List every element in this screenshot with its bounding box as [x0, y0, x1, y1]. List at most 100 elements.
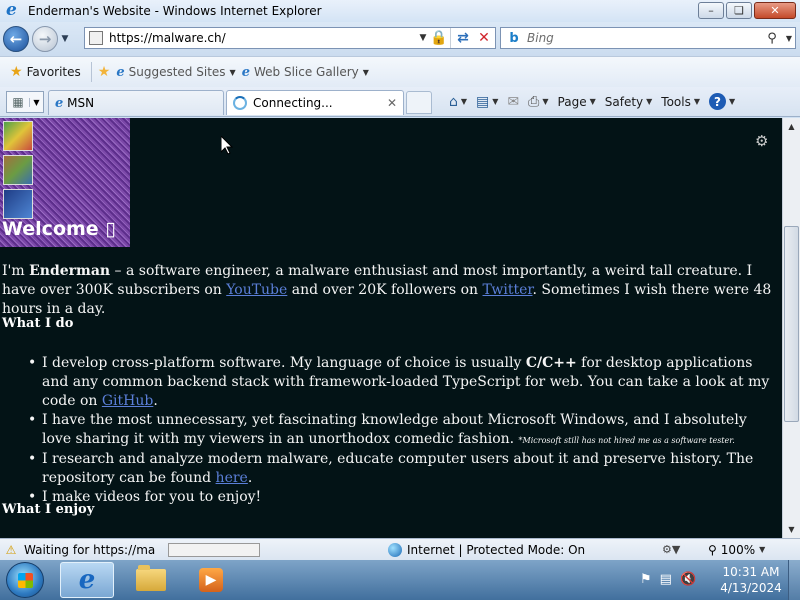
globe-icon: [388, 542, 402, 557]
popup-blocker-icon[interactable]: ⚙▼: [662, 543, 680, 556]
media-player-icon: ▶: [199, 568, 223, 592]
system-tray: ⚑ ▤ 🔇: [640, 572, 696, 587]
flag-icon[interactable]: ⚑: [640, 572, 652, 587]
grid-icon: ▦: [12, 95, 24, 109]
ie-logo-icon: e: [6, 0, 17, 20]
web-slice-gallery-link[interactable]: e Web Slice Gallery ▼: [242, 65, 369, 80]
feeds-button[interactable]: ▤ ▼: [473, 92, 501, 112]
safety-menu[interactable]: Safety ▼: [602, 93, 656, 111]
stop-icon[interactable]: ✕: [473, 30, 495, 46]
author-name: Enderman: [29, 263, 111, 279]
tab-list-dropdown[interactable]: ▼: [29, 97, 43, 107]
welcome-banner: Welcome ▯: [0, 118, 130, 247]
gear-icon[interactable]: ⚙: [755, 132, 768, 150]
minimize-button[interactable]: –: [698, 2, 724, 19]
back-icon: ←: [9, 30, 23, 48]
search-input[interactable]: Bing: [527, 31, 761, 45]
quick-tabs-button[interactable]: ▦ ▼: [6, 91, 44, 113]
loading-icon: [233, 96, 247, 110]
folder-icon: [136, 565, 166, 591]
clock[interactable]: 10:31 AM 4/13/2024: [716, 564, 786, 596]
tab-msn[interactable]: e MSN: [48, 90, 224, 115]
chevron-down-icon: ▼: [229, 67, 236, 77]
address-input[interactable]: https://malware.ch/: [109, 31, 416, 45]
scroll-down-arrow[interactable]: ▼: [783, 521, 800, 538]
lock-icon[interactable]: 🔒: [430, 29, 448, 47]
new-tab-button[interactable]: [406, 91, 432, 114]
web-slice-gallery-label: Web Slice Gallery: [253, 65, 359, 79]
what-i-do-list: I develop cross-platform software. My la…: [22, 354, 777, 507]
page-content: Welcome ▯ ⚙ I'm Enderman – a software en…: [0, 118, 782, 538]
taskbar-media-player[interactable]: ▶: [184, 562, 238, 598]
search-icon[interactable]: ⚲: [761, 31, 783, 46]
refresh-icon[interactable]: ⇄: [453, 30, 473, 46]
scrollbar-thumb[interactable]: [784, 226, 799, 422]
home-icon: ⌂: [449, 93, 458, 110]
volume-muted-icon[interactable]: 🔇: [680, 572, 696, 587]
print-icon: ⎙: [528, 93, 540, 110]
youtube-link[interactable]: YouTube: [226, 282, 287, 298]
window-title: Enderman's Website - Windows Internet Ex…: [28, 4, 322, 18]
scroll-up-arrow[interactable]: ▲: [783, 118, 800, 135]
star-icon: ★: [10, 64, 23, 80]
close-button[interactable]: ✕: [754, 2, 796, 19]
tools-menu[interactable]: Tools ▼: [658, 93, 703, 111]
add-favorite-icon[interactable]: ★: [98, 64, 111, 80]
back-button[interactable]: ←: [3, 26, 29, 52]
banner-thumbnail-2[interactable]: [3, 155, 33, 185]
address-bar[interactable]: https://malware.ch/ ▼ 🔒 ⇄ ✕: [84, 27, 496, 49]
banner-thumbnail-3[interactable]: [3, 189, 33, 219]
maximize-button[interactable]: ❏: [726, 2, 752, 19]
address-dropdown[interactable]: ▼: [416, 33, 430, 43]
chevron-down-icon: ▼: [362, 67, 369, 77]
banner-title: Welcome ▯: [2, 218, 116, 240]
repository-link[interactable]: here: [216, 470, 248, 486]
clock-time: 10:31 AM: [722, 565, 780, 579]
search-dropdown[interactable]: ▼: [783, 34, 795, 43]
suggested-sites-link[interactable]: e Suggested Sites ▼: [116, 65, 235, 80]
start-orb-icon: [18, 573, 33, 588]
mail-button[interactable]: ✉: [504, 92, 522, 112]
close-tab-icon[interactable]: ✕: [387, 96, 397, 110]
ie-page-icon: e: [241, 64, 250, 80]
footnote: *Microsoft still has not hired me as a s…: [518, 436, 735, 445]
help-icon: ?: [709, 93, 727, 110]
network-icon[interactable]: ▤: [660, 572, 672, 587]
zoom-control[interactable]: ⚲ 100% ▼: [708, 543, 765, 557]
ie-logo-icon: e: [78, 565, 96, 595]
list-item: I research and analyze modern malware, e…: [22, 450, 777, 488]
feeds-icon: ▤: [476, 93, 490, 110]
title-bar: e Enderman's Website - Windows Internet …: [0, 0, 800, 22]
address-row: ← → ▼ https://malware.ch/ ▼ 🔒 ⇄ ✕ b Bing…: [0, 22, 800, 56]
forward-button[interactable]: →: [32, 26, 58, 52]
show-desktop-button[interactable]: [788, 560, 800, 600]
list-item: I develop cross-platform software. My la…: [22, 354, 777, 411]
list-item: I make videos for you to enjoy!: [22, 488, 777, 507]
suggested-sites-label: Suggested Sites: [128, 65, 226, 79]
github-link[interactable]: GitHub: [102, 393, 153, 409]
banner-thumbnail-1[interactable]: [3, 121, 33, 151]
help-menu[interactable]: ? ▼: [706, 91, 738, 112]
page-menu[interactable]: Page ▼: [555, 93, 599, 111]
vertical-scrollbar[interactable]: ▲ ▼: [782, 118, 800, 538]
print-button[interactable]: ⎙ ▼: [525, 92, 551, 112]
favorites-button[interactable]: ★ Favorites: [6, 62, 85, 82]
taskbar-windows-explorer[interactable]: [124, 562, 178, 598]
page-icon: [89, 31, 103, 45]
what-i-do-heading: What I do: [2, 316, 74, 331]
taskbar-internet-explorer[interactable]: e: [60, 562, 114, 598]
ie-page-icon: e: [55, 95, 64, 111]
start-button[interactable]: [6, 562, 44, 598]
list-item: I have the most unnecessary, yet fascina…: [22, 411, 777, 450]
taskbar: e ▶ ⚑ ▤ 🔇 10:31 AM 4/13/2024: [0, 560, 800, 600]
search-box[interactable]: b Bing ⚲ ▼: [500, 27, 796, 49]
security-zone[interactable]: Internet | Protected Mode: On: [388, 542, 585, 557]
home-button[interactable]: ⌂ ▼: [446, 92, 470, 112]
favorites-label: Favorites: [26, 65, 81, 79]
twitter-link[interactable]: Twitter: [483, 282, 533, 298]
tab-connecting[interactable]: Connecting... ✕: [226, 90, 404, 115]
progress-bar: [168, 542, 260, 557]
intro-paragraph: I'm Enderman – a software engineer, a ma…: [2, 263, 772, 317]
recent-pages-dropdown[interactable]: ▼: [58, 34, 72, 44]
zoom-icon: ⚲: [708, 542, 717, 557]
